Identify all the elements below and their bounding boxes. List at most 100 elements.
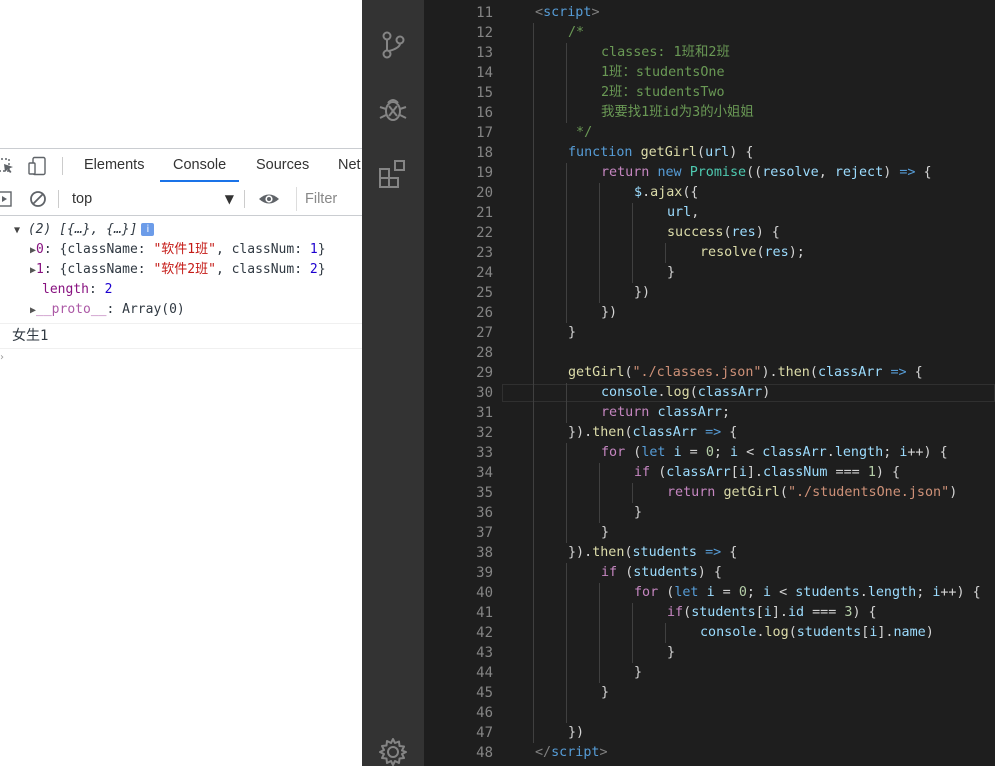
line-number: 24: [476, 265, 493, 281]
line-number: 12: [476, 25, 493, 41]
code-token: for: [601, 445, 634, 460]
code-line[interactable]: }: [667, 263, 675, 283]
code-token: (: [689, 385, 698, 400]
code-line[interactable]: success(res) {: [667, 223, 780, 243]
indent-guide: [632, 483, 633, 503]
array-summary: (2) [{…}, {…}]: [27, 222, 138, 237]
proto-value: Array(0): [122, 302, 185, 317]
line-number-gutter: 11 12 13 14 15 16 17 18 19 20 21 22 23 24 25 26 27 28 29 30…: [424, 0, 499, 766]
code-token: script: [551, 745, 600, 760]
code-line[interactable]: */: [568, 123, 592, 143]
device-toolbar-icon[interactable]: [28, 156, 48, 176]
code-token: ) {: [875, 465, 901, 480]
code-line[interactable]: return classArr;: [601, 403, 730, 423]
line-number: 29: [476, 365, 493, 381]
eye-icon[interactable]: [257, 189, 281, 209]
code-line[interactable]: return new Promise((resolve, reject) => …: [601, 163, 932, 183]
code-line[interactable]: }).then(students => {: [568, 543, 737, 563]
code-line[interactable]: }): [634, 283, 650, 303]
array-proto[interactable]: ▶__proto__: Array(0): [30, 300, 185, 320]
code-token: ;: [916, 585, 933, 600]
code-token: .: [756, 625, 765, 640]
code-line[interactable]: 2班：studentsTwo: [601, 83, 725, 103]
activity-bar: [362, 0, 424, 766]
settings-gear-icon[interactable]: [377, 736, 409, 766]
code-token: =: [681, 445, 706, 460]
filter-input[interactable]: [296, 187, 362, 211]
sidebar-toggle-icon[interactable]: [0, 189, 14, 209]
code-line[interactable]: return getGirl("./studentsOne.json"): [667, 483, 957, 503]
array-item-1[interactable]: ▶1: {className: "软件2班", classNum: 2}: [30, 260, 326, 280]
line-number: 19: [476, 165, 493, 181]
source-control-icon[interactable]: [377, 29, 409, 61]
tab-elements[interactable]: Elements: [84, 149, 144, 182]
code-token: reject: [834, 165, 884, 180]
code-token: resolve: [762, 165, 819, 180]
code-line[interactable]: }): [568, 723, 584, 743]
code-line[interactable]: }: [568, 323, 576, 343]
code-token: classNum: [763, 465, 828, 480]
code-token: students: [633, 565, 698, 580]
code-line[interactable]: }: [601, 683, 609, 703]
code-token: {: [906, 365, 923, 380]
info-icon[interactable]: i: [141, 223, 155, 236]
code-line[interactable]: }).then(classArr => {: [568, 423, 737, 443]
line-number: 37: [476, 525, 493, 541]
code-token: =>: [899, 165, 916, 180]
code-token: (: [788, 625, 797, 640]
clear-console-icon[interactable]: [28, 189, 48, 209]
line-number: 30: [476, 385, 493, 401]
code-line[interactable]: classes: 1班和2班: [601, 43, 730, 63]
code-line[interactable]: }: [634, 663, 642, 683]
code-line[interactable]: console.log(classArr): [601, 383, 770, 403]
item-index: 0: [36, 242, 44, 257]
toolbar-divider: [62, 157, 63, 175]
array-log-entry[interactable]: ▼ (2) [{…}, {…}] i: [14, 220, 155, 240]
code-line[interactable]: 1班：studentsOne: [601, 63, 725, 83]
code-line[interactable]: $.ajax({: [634, 183, 699, 203]
code-line[interactable]: }: [667, 643, 675, 663]
code-token: ++) {: [907, 445, 948, 460]
code-line[interactable]: getGirl("./classes.json").then(classArr …: [568, 363, 923, 383]
code-line[interactable]: if (students) {: [601, 563, 722, 583]
code-editor: 11 12 13 14 15 16 17 18 19 20 21 22 23 24 25 26 27 28 29 30…: [362, 0, 995, 766]
code-line[interactable]: for (let i = 0; i < classArr.length; i++…: [601, 443, 948, 463]
length-key: length: [42, 282, 89, 297]
context-select[interactable]: top ▼: [64, 187, 240, 211]
code-line[interactable]: <script>: [535, 3, 600, 23]
tab-console[interactable]: Console: [160, 149, 240, 182]
code-area[interactable]: <script>/* classes: 1班和2班 1班：studentsOne 2班…: [502, 0, 995, 766]
code-line[interactable]: /*: [568, 23, 584, 43]
inspect-element-icon[interactable]: [0, 156, 16, 176]
code-token: then: [592, 545, 625, 560]
code-line[interactable]: resolve(res);: [700, 243, 805, 263]
console-prompt-icon[interactable]: ›: [0, 352, 4, 363]
debug-icon[interactable]: [377, 93, 409, 125]
line-number: 20: [476, 185, 493, 201]
code-line[interactable]: if(students[i].id === 3) {: [667, 603, 877, 623]
tab-network[interactable]: Net: [338, 149, 361, 182]
extensions-icon[interactable]: [377, 158, 409, 190]
code-line[interactable]: </script>: [535, 743, 608, 763]
code-line[interactable]: 我要找1班id为3的小姐姐: [601, 103, 754, 123]
code-token: log: [764, 625, 789, 640]
code-line[interactable]: }: [634, 503, 642, 523]
code-line[interactable]: url,: [667, 203, 699, 223]
code-line[interactable]: }: [601, 523, 609, 543]
code-token: }: [601, 685, 610, 700]
array-item-0[interactable]: ▶0: {className: "软件1班", classNum: 1}: [30, 240, 326, 260]
code-token: 1: [867, 465, 876, 480]
code-line[interactable]: for (let i = 0; i < students.length; i++…: [634, 583, 981, 603]
indent-guide: [599, 583, 600, 683]
code-token: (: [624, 545, 633, 560]
code-line[interactable]: }): [601, 303, 617, 323]
code-token: }: [667, 265, 676, 280]
code-line[interactable]: function getGirl(url) {: [568, 143, 753, 163]
code-token: i: [706, 585, 715, 600]
code-token: 0: [738, 585, 747, 600]
code-token: }: [568, 325, 577, 340]
code-line[interactable]: console.log(students[i].name): [700, 623, 934, 643]
code-line[interactable]: if (classArr[i].classNum === 1) {: [634, 463, 900, 483]
code-token: "./classes.json": [632, 365, 762, 380]
tab-sources[interactable]: Sources: [256, 149, 309, 182]
